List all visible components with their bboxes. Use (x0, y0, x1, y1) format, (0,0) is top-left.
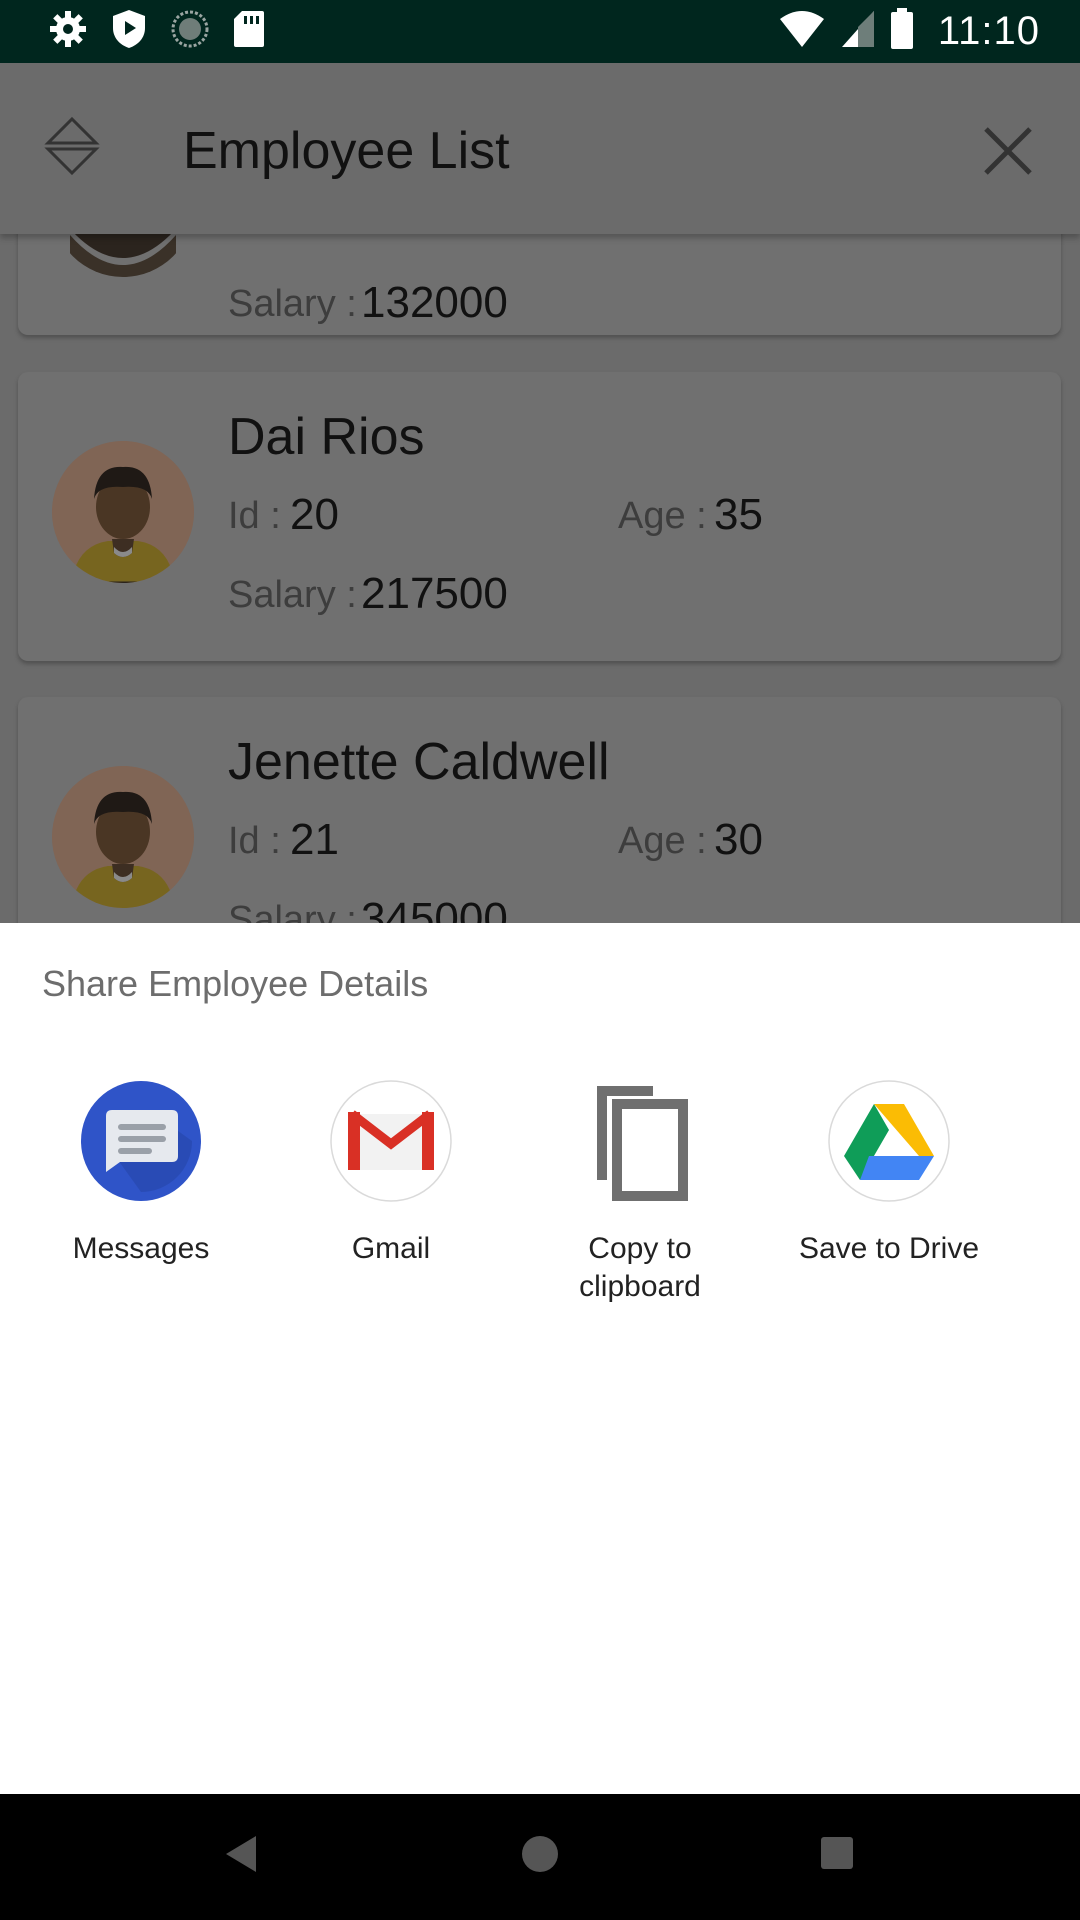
salary-label: Salary : (228, 574, 357, 616)
age-value: 30 (714, 815, 763, 864)
id-value: 20 (290, 490, 339, 539)
avatar (52, 766, 194, 908)
age-label: Age : (618, 820, 707, 862)
settings-icon (48, 9, 88, 54)
share-target-drive[interactable]: Save to Drive (764, 1080, 1014, 1268)
sort-icon[interactable] (44, 115, 100, 177)
share-target-label: Save to Drive (798, 1232, 980, 1265)
sync-icon (170, 9, 210, 54)
share-target-label: Copy to clipboard (579, 1232, 701, 1303)
id-value: 21 (290, 815, 339, 864)
employee-name: Dai Rios (228, 408, 425, 466)
salary-value: 132000 (361, 278, 508, 327)
wifi-icon (778, 9, 826, 54)
id-label: Id : (228, 820, 281, 862)
shield-icon (110, 8, 148, 55)
signal-icon (840, 9, 876, 54)
navigation-bar (0, 1794, 1080, 1920)
salary-value: 345000 (361, 894, 508, 923)
share-sheet-title: Share Employee Details (42, 963, 429, 1004)
age-label: Age : (618, 495, 707, 537)
share-target-copy[interactable]: Copy to clipboard (515, 1080, 765, 1306)
share-sheet: Share Employee Details Messages Gmail Co… (0, 923, 1080, 1794)
share-target-messages[interactable]: Messages (16, 1080, 266, 1268)
share-target-label: Gmail (351, 1232, 431, 1265)
gmail-icon (330, 1080, 452, 1202)
salary-label: Salary : (228, 899, 357, 923)
drive-icon (828, 1080, 950, 1202)
back-icon[interactable] (224, 1834, 258, 1879)
share-target-label: Messages (72, 1232, 210, 1265)
recents-icon[interactable] (820, 1836, 854, 1875)
employee-card[interactable]: Dai Rios Id : 20 Age : 35 Salary : 21750… (18, 372, 1061, 661)
battery-icon (890, 7, 914, 55)
share-target-gmail[interactable]: Gmail (266, 1080, 516, 1268)
employee-list-screen: Employee List Salary : 132000 Dai Rios I… (0, 63, 1080, 923)
employee-name: Jenette Caldwell (228, 733, 610, 791)
close-icon[interactable] (980, 123, 1036, 179)
sd-card-icon (232, 9, 266, 54)
home-icon[interactable] (521, 1835, 559, 1878)
messages-icon (80, 1080, 202, 1202)
employee-card[interactable]: Jenette Caldwell Id : 21 Age : 30 Salary… (18, 697, 1061, 923)
app-bar: Employee List (0, 63, 1080, 234)
status-time: 11:10 (937, 8, 1040, 53)
salary-value: 217500 (361, 569, 508, 618)
copy-icon (579, 1080, 701, 1202)
page-title: Employee List (183, 122, 510, 180)
salary-label: Salary : (228, 283, 357, 325)
age-value: 35 (714, 490, 763, 539)
status-bar: 11:10 (0, 0, 1080, 63)
id-label: Id : (228, 495, 281, 537)
avatar (52, 441, 194, 583)
